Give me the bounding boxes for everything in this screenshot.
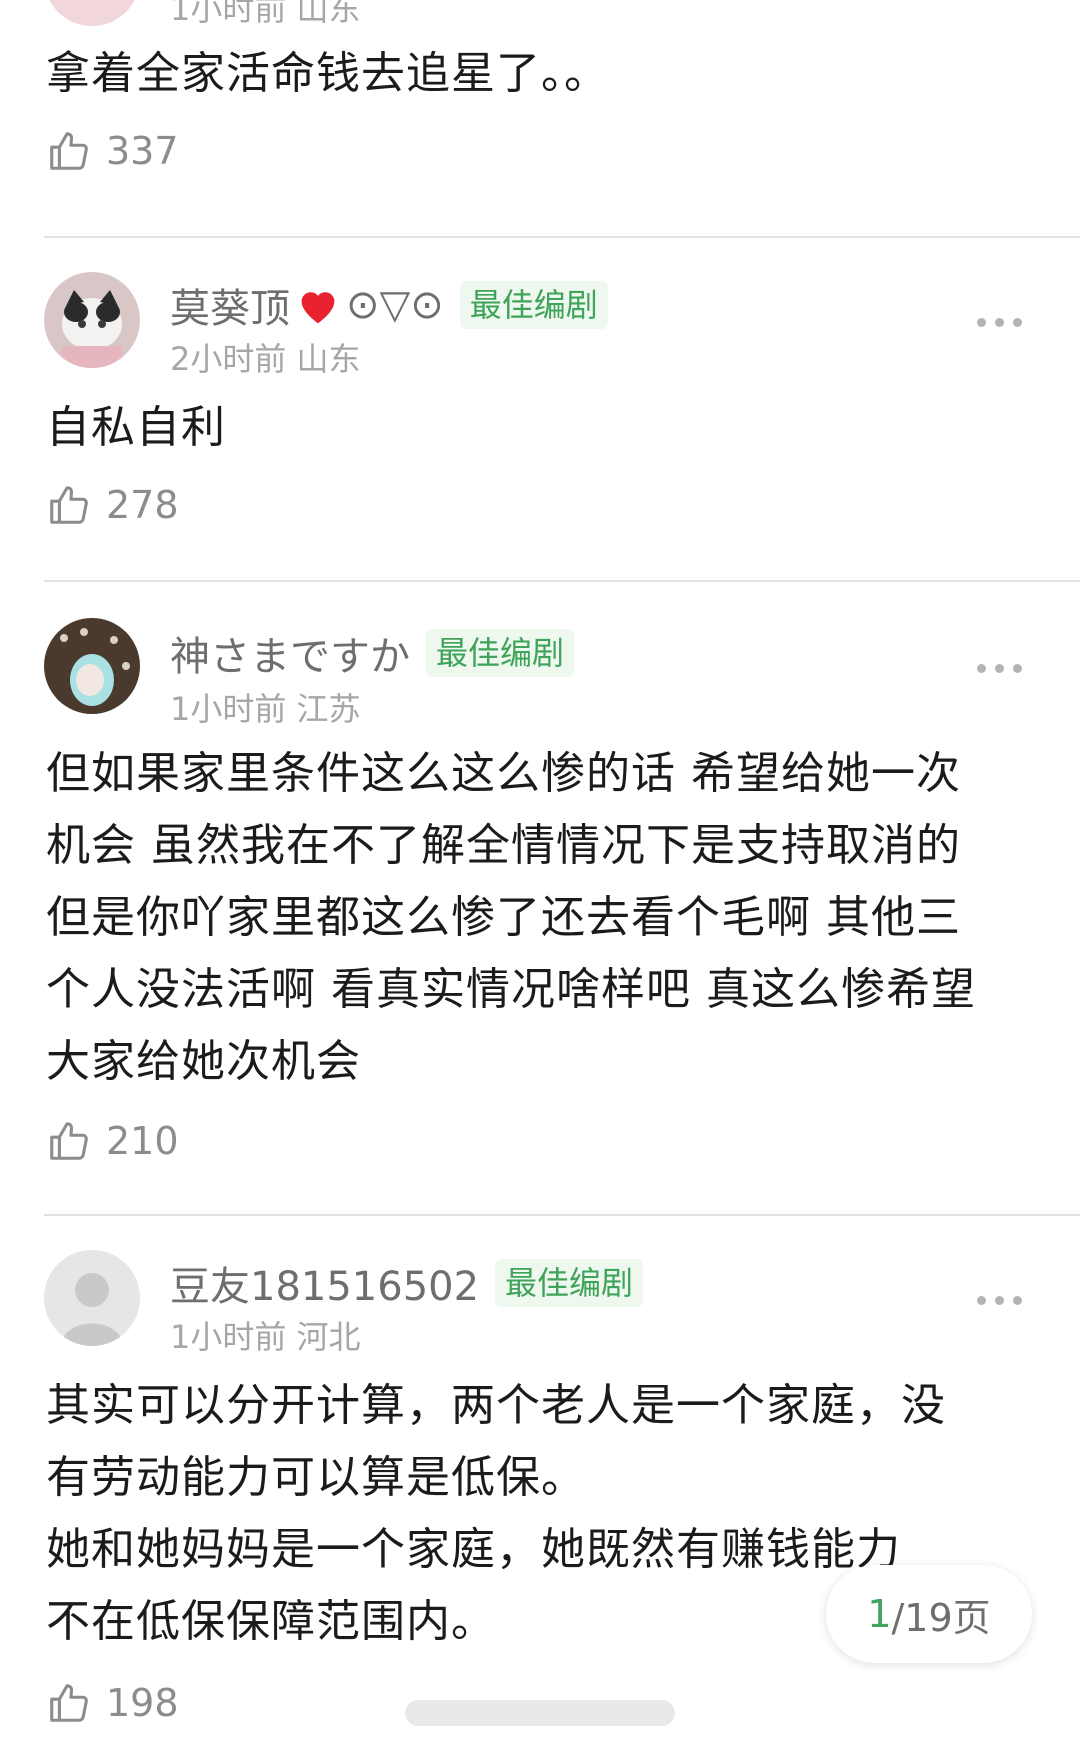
- heart-icon: [301, 292, 335, 324]
- more-icon[interactable]: [977, 1296, 1022, 1305]
- avatar[interactable]: [44, 1250, 140, 1346]
- username[interactable]: 豆友181516502 最佳编剧: [170, 1254, 644, 1312]
- like-button[interactable]: 210: [46, 1118, 179, 1164]
- thumbs-up-icon: [50, 1122, 88, 1160]
- username-suffix: ⊙▽⊙: [346, 282, 444, 328]
- comment-meta: 1小时前 河北: [170, 1318, 361, 1356]
- comment-meta: 1小时前 江苏: [170, 690, 361, 728]
- comment-meta: 1小时前 山东: [170, 0, 361, 28]
- avatar[interactable]: [44, 618, 140, 714]
- comment-line: 大家给她次机会: [46, 1036, 361, 1087]
- avatar[interactable]: [44, 272, 140, 368]
- divider: [44, 236, 1080, 238]
- current-page: 1: [867, 1592, 892, 1636]
- like-button[interactable]: 198: [46, 1680, 179, 1726]
- comment-text: 但如果家里条件这么这么惨的话 希望给她一次 机会 虽然我在不了解全情情况下是支持…: [46, 738, 1036, 1098]
- like-count: 278: [106, 483, 179, 527]
- thumbs-up-icon: [50, 132, 88, 170]
- avatar[interactable]: [44, 0, 140, 26]
- thumbs-up-icon: [50, 1684, 88, 1722]
- thumbs-up-icon: [50, 486, 88, 524]
- comment-line: 有劳动能力可以算是低保。: [46, 1452, 586, 1503]
- scroll-indicator[interactable]: [405, 1700, 675, 1726]
- page-indicator[interactable]: 1/19页: [826, 1565, 1032, 1663]
- like-count: 337: [106, 129, 179, 173]
- comment-line: 个人没法活啊 看真实情况啥样吧 真这么惨希望: [46, 964, 976, 1015]
- username-text: 莫葵顶: [170, 286, 290, 332]
- like-button[interactable]: 337: [46, 128, 179, 174]
- comment-meta: 2小时前 山东: [170, 340, 361, 378]
- divider: [44, 1214, 1080, 1216]
- comment-text: 拿着全家活命钱去追星了。。: [46, 48, 609, 99]
- username[interactable]: 神さまですか 最佳编剧: [170, 624, 575, 682]
- best-editor-badge: 最佳编剧: [426, 629, 575, 677]
- like-button[interactable]: 278: [46, 482, 179, 528]
- total-pages: /19页: [891, 1595, 991, 1640]
- like-count: 210: [106, 1119, 179, 1163]
- divider: [44, 580, 1080, 582]
- comment-text: 自私自利: [46, 402, 226, 453]
- more-icon[interactable]: [977, 318, 1022, 327]
- comment-line: 机会 虽然我在不了解全情情况下是支持取消的: [46, 820, 961, 871]
- username-text: 豆友181516502: [170, 1264, 480, 1310]
- comment-line: 但如果家里条件这么这么惨的话 希望给她一次: [46, 748, 961, 799]
- username-text: 神さまですか: [170, 634, 410, 680]
- more-icon[interactable]: [977, 664, 1022, 673]
- comment-line: 但是你吖家里都这么惨了还去看个毛啊 其他三: [46, 892, 961, 943]
- best-editor-badge: 最佳编剧: [495, 1259, 644, 1307]
- like-count: 198: [106, 1681, 179, 1725]
- comment-line: 其实可以分开计算，两个老人是一个家庭，没: [46, 1380, 946, 1431]
- best-editor-badge: 最佳编剧: [459, 281, 608, 329]
- username[interactable]: 莫葵顶 ⊙▽⊙ 最佳编剧: [170, 276, 608, 334]
